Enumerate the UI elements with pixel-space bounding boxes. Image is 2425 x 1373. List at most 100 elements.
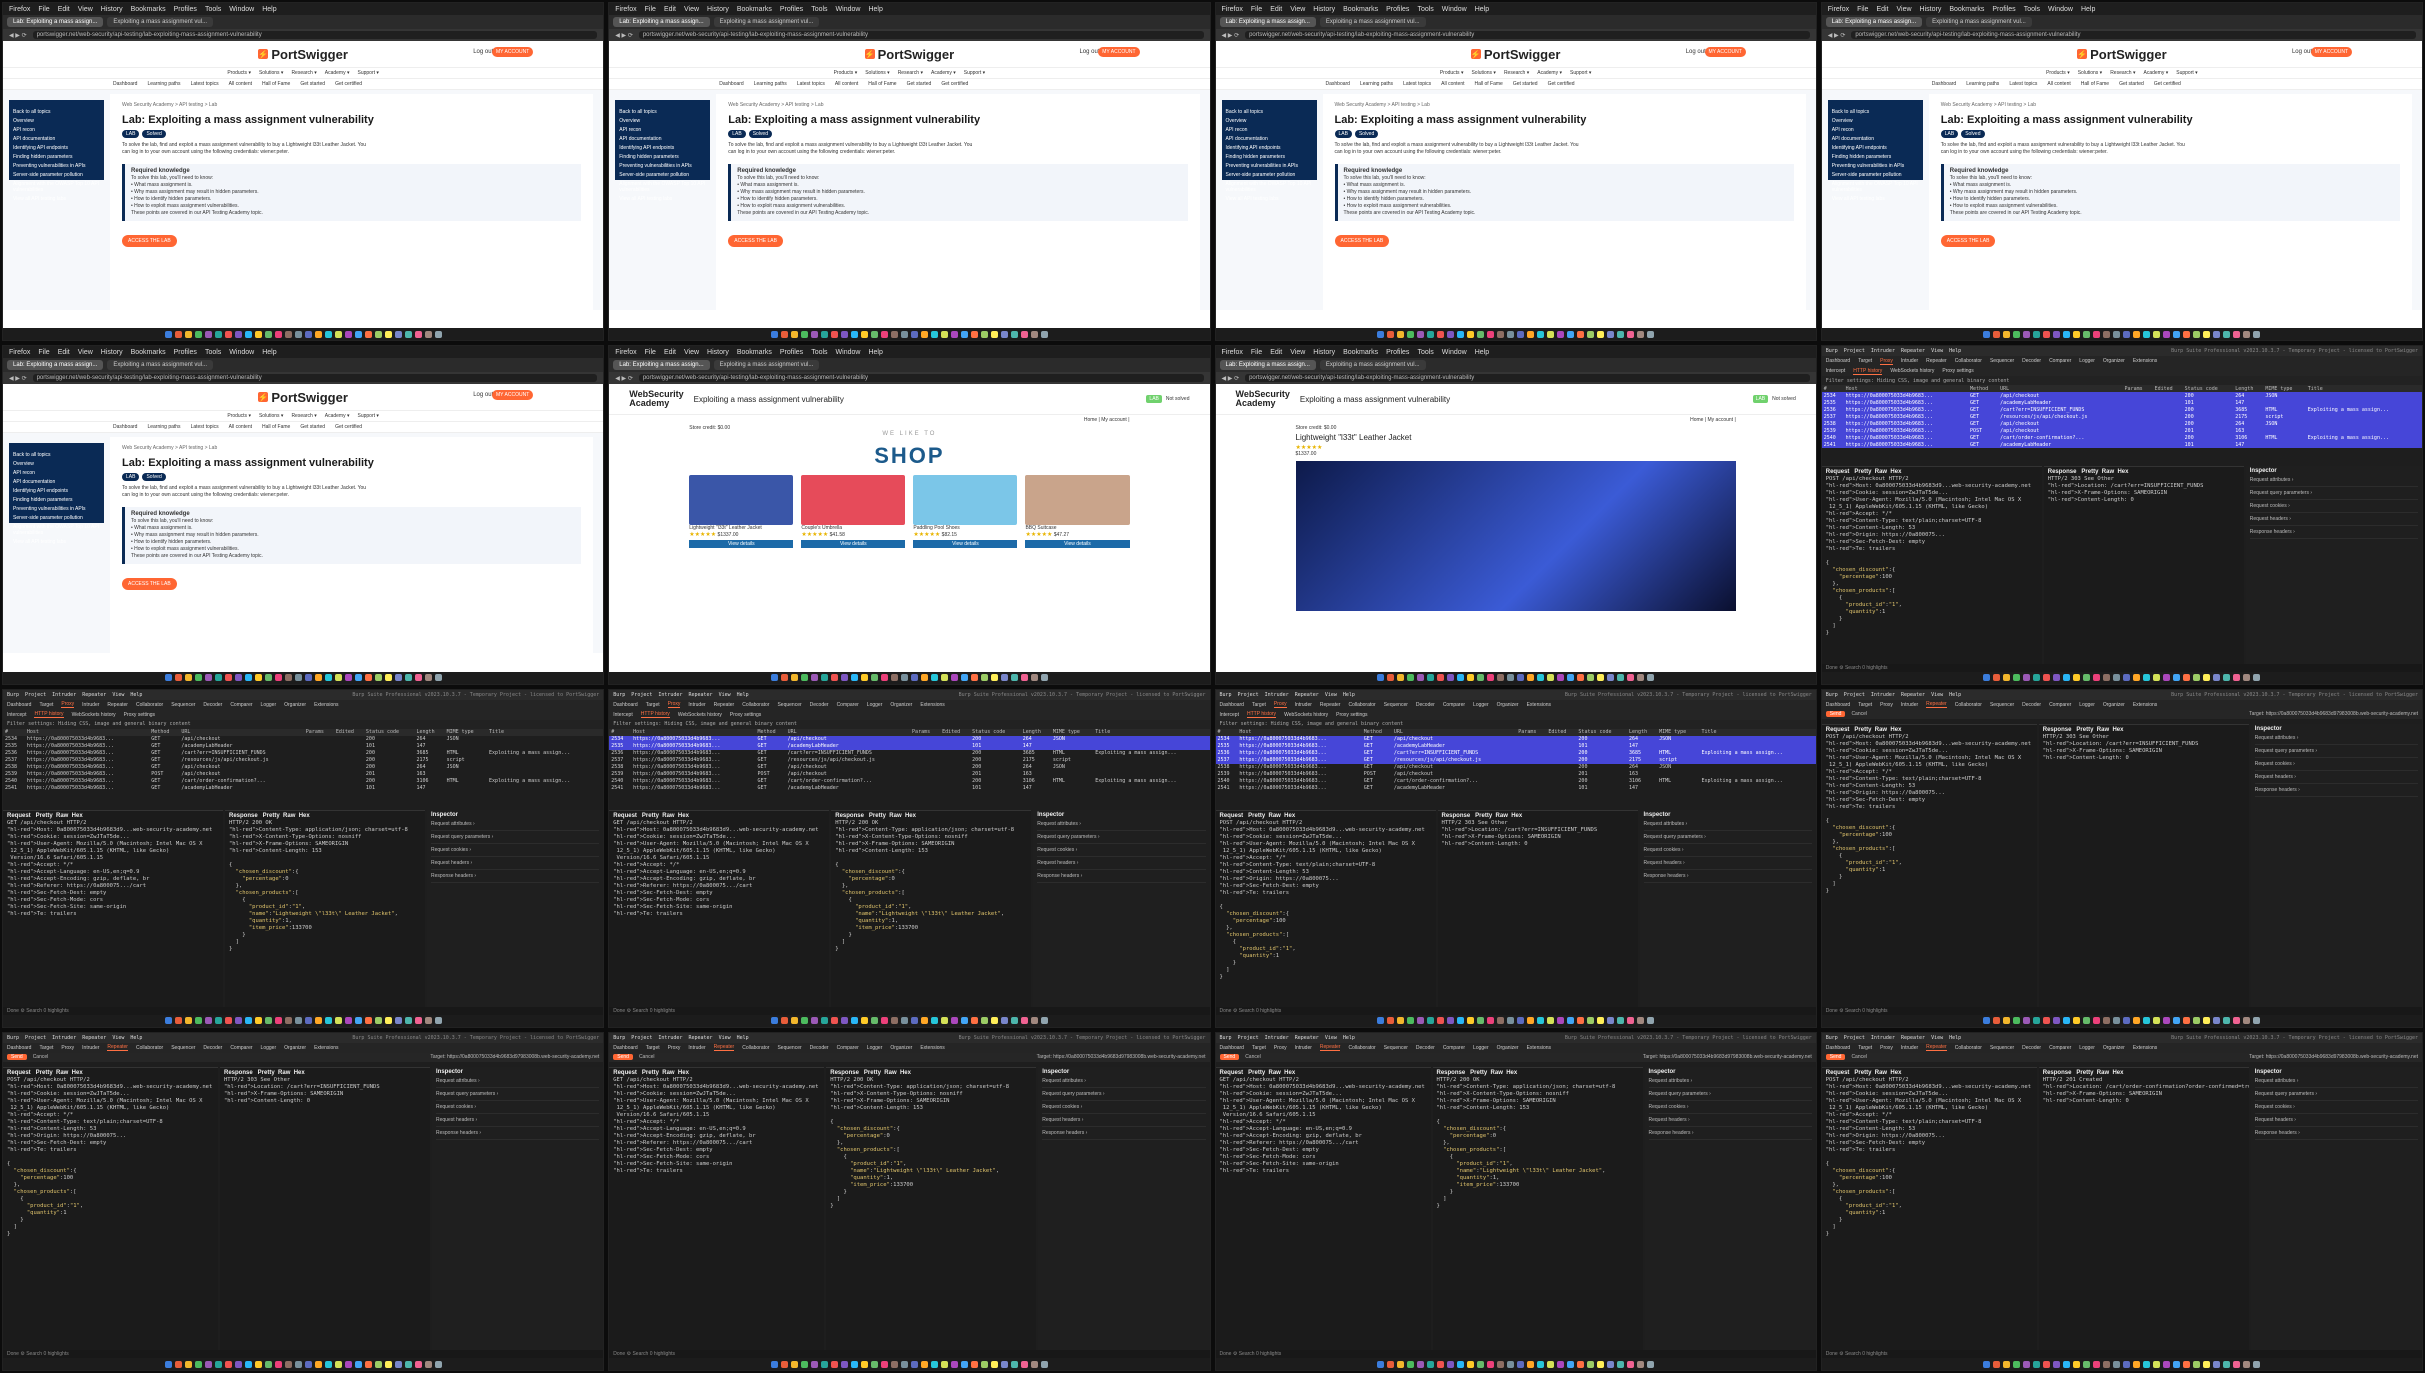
dock-app-icon[interactable] — [2173, 1360, 2181, 1368]
dock-app-icon[interactable] — [1020, 330, 1028, 338]
table-row[interactable]: 2536 https://0a800075033d4b9683... GET/car… — [1821, 406, 2422, 414]
ps-logo[interactable]: ⚡ PortSwigger — [1470, 47, 1560, 62]
burp-menu-item[interactable]: View — [1931, 1035, 1943, 1041]
sidebar-item[interactable]: Identifying API endpoints — [13, 488, 100, 494]
burp-tab[interactable]: Collaborator — [136, 702, 163, 708]
dock-app-icon[interactable] — [820, 1360, 828, 1368]
dock-app-icon[interactable] — [414, 674, 422, 681]
burp-tab[interactable]: Collaborator — [1348, 702, 1375, 708]
dock-app-icon[interactable] — [2133, 330, 2141, 338]
access-lab-button[interactable]: ACCESS THE LAB — [122, 578, 177, 591]
subnav-item[interactable]: Dashboard — [113, 424, 137, 430]
table-row[interactable]: 2535 https://0a800075033d4b9683... GET/aca… — [1215, 742, 1816, 750]
dock-app-icon[interactable] — [2063, 674, 2071, 681]
table-row[interactable]: 2540 https://0a800075033d4b9683... GET/car… — [1216, 778, 1816, 785]
dock-app-icon[interactable] — [174, 330, 182, 338]
burp-tab[interactable]: Logger — [1473, 702, 1489, 708]
table-row[interactable]: 2541 https://0a800075033d4b9683... GET/aca… — [3, 785, 603, 792]
dock-app-icon[interactable] — [2033, 330, 2041, 338]
menu-item[interactable]: File — [1251, 349, 1262, 356]
burp-tab[interactable]: Extensions — [2133, 702, 2157, 708]
table-row[interactable]: 2537 https://0a800075033d4b9683... GET/res… — [609, 757, 1209, 764]
inspector-section[interactable]: Request query parameters › — [1648, 1088, 1812, 1101]
burp-menu-item[interactable]: Help — [1343, 1035, 1355, 1041]
dock-app-icon[interactable] — [1020, 1017, 1028, 1025]
menu-item[interactable]: Firefox — [9, 6, 30, 13]
column-header[interactable]: Length — [414, 728, 445, 736]
inspector-section[interactable]: Response headers › — [2249, 526, 2418, 540]
dock-app-icon[interactable] — [2003, 674, 2011, 681]
dock-app-icon[interactable] — [2143, 330, 2151, 338]
dock-app-icon[interactable] — [2133, 1017, 2141, 1025]
dock-app-icon[interactable] — [424, 1017, 432, 1025]
sidebar-item[interactable]: Preventing vulnerabilities in APIs — [13, 506, 100, 512]
dock-app-icon[interactable] — [2183, 1360, 2191, 1368]
sidebar-item[interactable]: Overview — [1226, 118, 1313, 124]
inspector-section[interactable]: Request headers › — [436, 1114, 600, 1127]
subnav-item[interactable]: Hall of Fame — [2081, 81, 2109, 87]
dock-app-icon[interactable] — [2023, 330, 2031, 338]
dock-app-icon[interactable] — [424, 674, 432, 681]
burp-tab[interactable]: Sequencer — [171, 1045, 195, 1051]
dock-app-icon[interactable] — [204, 1017, 212, 1025]
dock-app-icon[interactable] — [374, 330, 382, 338]
dock-app-icon[interactable] — [1377, 674, 1385, 681]
burp-tab[interactable]: Organizer — [1497, 702, 1519, 708]
dock-app-icon[interactable] — [394, 330, 402, 338]
inspector-section[interactable]: Request query parameters › — [1037, 831, 1206, 844]
dock-app-icon[interactable] — [2073, 1360, 2081, 1368]
browser-tab[interactable]: Exploiting a mass assignment vul... — [713, 360, 820, 371]
menu-item[interactable]: View — [1897, 6, 1912, 13]
burp-menu-item[interactable]: Burp — [1220, 1035, 1232, 1041]
dock-app-icon[interactable] — [1030, 1360, 1038, 1368]
burp-tab[interactable]: Repeater — [1926, 701, 1947, 708]
request-editor[interactable]: GET /api/checkout HTTP/2 "hl-red">Host: … — [613, 1077, 820, 1175]
inspector-section[interactable]: Response headers › — [1042, 1127, 1206, 1140]
sidebar-item[interactable]: Finding hidden parameters — [13, 497, 100, 503]
burp-tab[interactable]: Intruder — [1295, 702, 1312, 708]
menu-item[interactable]: View — [78, 349, 93, 356]
table-row[interactable]: 2539 https://0a800075033d4b9683... POST/ap… — [3, 771, 603, 778]
dock-app-icon[interactable] — [1487, 674, 1495, 681]
menu-item[interactable]: Edit — [1876, 6, 1888, 13]
dock-app-icon[interactable] — [2173, 674, 2181, 681]
dock-app-icon[interactable] — [1637, 330, 1645, 338]
sidebar-item[interactable]: View all API testing labs — [1832, 196, 1919, 202]
dock-app-icon[interactable] — [2253, 330, 2261, 338]
dock-app-icon[interactable] — [1647, 1017, 1655, 1025]
dock-app-icon[interactable] — [314, 1360, 322, 1368]
sidebar-item[interactable]: Server-side parameter pollution — [1832, 172, 1919, 178]
proxy-subtab[interactable]: Proxy settings — [1336, 712, 1367, 718]
dock-app-icon[interactable] — [2063, 1017, 2071, 1025]
dock-app-icon[interactable] — [850, 674, 858, 681]
subnav-item[interactable]: Get certified — [335, 424, 362, 430]
column-header[interactable]: Edited — [2152, 385, 2183, 393]
request-editor[interactable]: GET /api/checkout HTTP/2 "hl-red">Host: … — [7, 820, 219, 918]
sidebar-item[interactable]: API recon — [13, 470, 100, 476]
column-header[interactable]: URL — [1998, 385, 2123, 393]
menu-item[interactable]: History — [101, 6, 123, 13]
dock-app-icon[interactable] — [890, 1360, 898, 1368]
burp-tab[interactable]: Collaborator — [1348, 1045, 1375, 1051]
dock-app-icon[interactable] — [1607, 1360, 1615, 1368]
menu-item[interactable]: View — [1290, 349, 1305, 356]
dock-app-icon[interactable] — [1030, 330, 1038, 338]
subnav-item[interactable]: Learning paths — [1360, 81, 1393, 87]
dock-app-icon[interactable] — [840, 1017, 848, 1025]
address-input[interactable]: portswigger.net/web-security/api-testing… — [638, 31, 1204, 39]
menu-item[interactable]: Profiles — [780, 349, 803, 356]
dock-app-icon[interactable] — [2233, 1017, 2241, 1025]
burp-tab[interactable]: Collaborator — [1955, 358, 1982, 364]
subnav-item[interactable]: Get certified — [2154, 81, 2181, 87]
dock-app-icon[interactable] — [2013, 1360, 2021, 1368]
burp-menu-item[interactable]: Repeater — [1295, 1035, 1319, 1041]
proxy-subtab[interactable]: Intercept — [1220, 712, 1239, 718]
dock-app-icon[interactable] — [374, 1017, 382, 1025]
dock-app-icon[interactable] — [374, 674, 382, 681]
burp-tab[interactable]: Sequencer — [1990, 1045, 2014, 1051]
dock-app-icon[interactable] — [164, 1360, 172, 1368]
dock-app-icon[interactable] — [1607, 674, 1615, 681]
response-viewer[interactable]: HTTP/2 200 OK "hl-red">Content-Type: app… — [1437, 1077, 1639, 1210]
dock-app-icon[interactable] — [820, 1017, 828, 1025]
burp-tab[interactable]: Decoder — [810, 1045, 829, 1051]
